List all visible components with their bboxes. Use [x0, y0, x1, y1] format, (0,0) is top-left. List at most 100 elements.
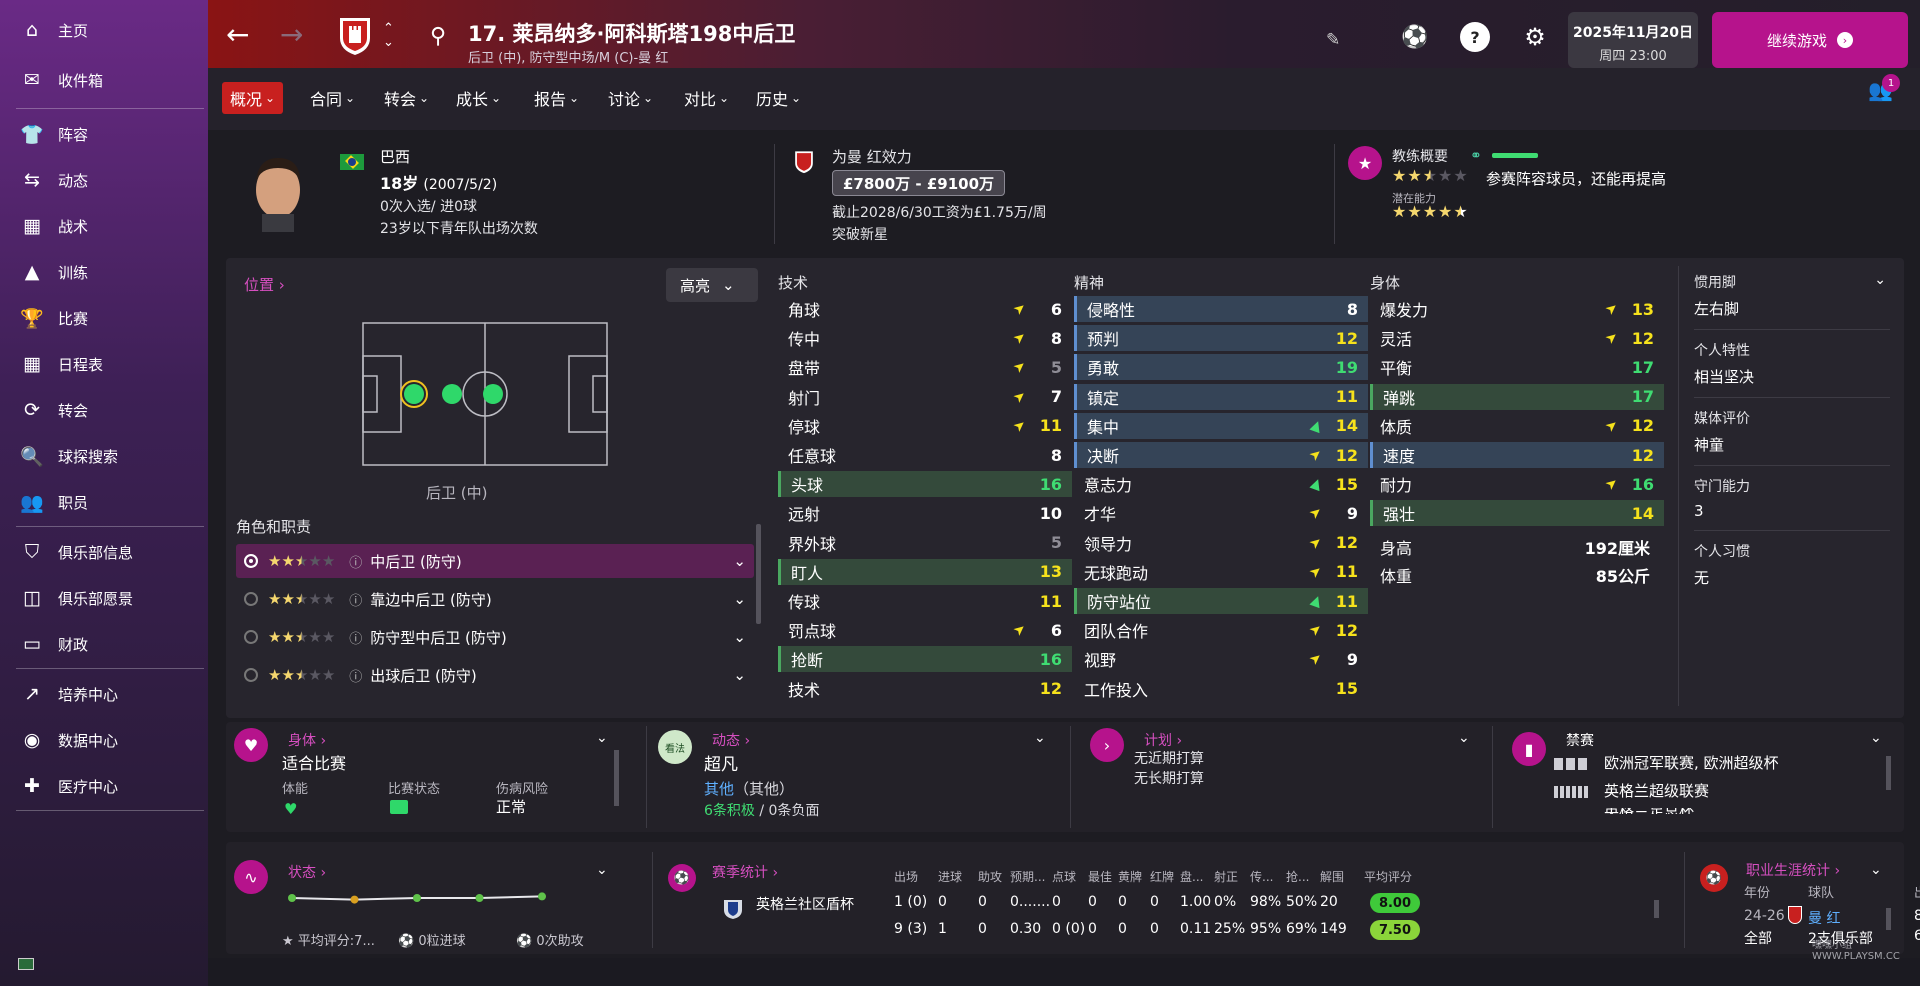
football-brain-icon[interactable]: ⚽	[1400, 22, 1430, 52]
attribute-row[interactable]: 传中 ➤ 8	[778, 325, 1072, 351]
season-stats-title[interactable]: 赛季统计 ›	[712, 862, 778, 882]
attribute-row[interactable]: 盯人 13	[778, 558, 1072, 585]
forward-arrow-icon[interactable]: →	[280, 18, 303, 51]
career-stats-title[interactable]: 职业生涯统计 ›	[1746, 860, 1840, 880]
chevron-down-icon[interactable]: ⌄	[1034, 730, 1046, 746]
role-row[interactable]: ★★★★★ ⓘ 靠边中后卫 (防守) ⌄	[236, 582, 754, 616]
attribute-row[interactable]: 爆发力 ➤ 13	[1370, 296, 1664, 322]
chevron-down-icon[interactable]: ⌄	[733, 628, 746, 646]
sidebar-item-9[interactable]: 🔍 球探搜索	[0, 434, 208, 478]
attribute-row[interactable]: 罚点球 ➤ 6	[778, 617, 1072, 643]
attribute-row[interactable]: 速度 12	[1370, 442, 1664, 468]
chevron-down-icon[interactable]: ⌄	[733, 552, 746, 570]
info-icon[interactable]: ⓘ	[349, 628, 362, 647]
sidebar-item-11[interactable]: ⛉ 俱乐部信息	[0, 530, 208, 574]
attribute-row[interactable]: 盘带 ➤ 5	[778, 354, 1072, 380]
attribute-row[interactable]: 远射 10	[778, 500, 1072, 526]
sidebar-item-14[interactable]: ↗ 培养中心	[0, 672, 208, 716]
settings-gear-icon[interactable]: ⚙	[1520, 22, 1550, 52]
attribute-row[interactable]: 耐力 ➤ 16	[1370, 471, 1664, 497]
season-header-cell[interactable]: 红牌	[1150, 868, 1174, 885]
chevron-down-icon[interactable]: ⌄	[1870, 730, 1882, 746]
physical-card-title[interactable]: 身体 ›	[288, 730, 326, 750]
search-icon[interactable]: ⚲	[430, 24, 446, 49]
attribute-row[interactable]: 传球 11	[778, 588, 1072, 614]
season-header-cell[interactable]: 平均评分	[1364, 868, 1412, 885]
role-row[interactable]: ★★★★★ ⓘ 出球后卫 (防守) ⌄	[236, 658, 754, 692]
scrollbar[interactable]	[1654, 900, 1659, 918]
attribute-row[interactable]: 预判 12	[1074, 325, 1368, 352]
season-header-cell[interactable]: 最佳	[1088, 868, 1112, 885]
attribute-row[interactable]: 无球跑动 ➤ 11	[1074, 559, 1368, 585]
season-header-cell[interactable]: 盘...	[1180, 868, 1203, 885]
attribute-row[interactable]: 团队合作 ➤ 12	[1074, 617, 1368, 643]
form-point[interactable]	[350, 895, 359, 904]
notifications-icon[interactable]: 👥 1	[1868, 74, 1900, 102]
attribute-row[interactable]: 弹跳 17	[1370, 383, 1664, 410]
sidebar-item-2[interactable]: 👕 阵容	[0, 112, 208, 156]
season-header-cell[interactable]: 点球	[1052, 868, 1076, 885]
chevron-down-icon[interactable]: ⌄	[596, 730, 608, 746]
scrollbar[interactable]	[1886, 756, 1891, 790]
season-header-cell[interactable]: 黄牌	[1118, 868, 1142, 885]
attribute-row[interactable]: 意志力 ▲ 15	[1074, 471, 1368, 497]
season-header-cell[interactable]: 出场	[894, 868, 918, 885]
coach-report-label[interactable]: 教练概要	[1392, 146, 1448, 166]
attribute-row[interactable]: 灵活 ➤ 12	[1370, 325, 1664, 351]
sidebar-item-8[interactable]: ⟳ 转会	[0, 388, 208, 432]
attribute-row[interactable]: 角球 ➤ 6	[778, 296, 1072, 322]
transfer-value-badge[interactable]: £7800万 - £9100万	[832, 170, 1006, 196]
attribute-row[interactable]: 防守站位 ▲ 11	[1074, 588, 1368, 614]
chevron-down-icon[interactable]: ⌄	[1458, 730, 1470, 746]
chevron-down-icon[interactable]: ⌄	[733, 666, 746, 684]
continue-button[interactable]: 继续游戏 ›	[1712, 12, 1908, 68]
tab-1[interactable]: 合同 ⌄	[302, 82, 363, 114]
role-row[interactable]: ★★★★★ ⓘ 防守型中后卫 (防守) ⌄	[236, 620, 754, 654]
form-point[interactable]	[413, 894, 421, 902]
club-crest-icon[interactable]	[338, 16, 372, 56]
chevron-down-icon[interactable]: ⌄	[1874, 272, 1886, 288]
scrollbar[interactable]	[1886, 908, 1891, 930]
sidebar-item-6[interactable]: 🏆 比赛	[0, 296, 208, 340]
attribute-row[interactable]: 才华 ➤ 9	[1074, 500, 1368, 526]
attribute-row[interactable]: 界外球 5	[778, 530, 1072, 556]
sidebar-item-16[interactable]: ✚ 医疗中心	[0, 764, 208, 808]
attribute-row[interactable]: 工作投入 15	[1074, 676, 1368, 702]
form-point[interactable]	[538, 892, 546, 901]
role-radio[interactable]	[244, 630, 258, 644]
sidebar-item-4[interactable]: ▦ 战术	[0, 204, 208, 248]
tab-3[interactable]: 成长 ⌄	[448, 82, 509, 114]
attribute-row[interactable]: 视野 ➤ 9	[1074, 646, 1368, 672]
sidebar-item-13[interactable]: ▭ 财政	[0, 622, 208, 666]
roles-scrollbar[interactable]	[756, 524, 761, 624]
attribute-row[interactable]: 技术 12	[778, 676, 1072, 702]
info-icon[interactable]: ⓘ	[349, 590, 362, 609]
attribute-row[interactable]: 领导力 ➤ 12	[1074, 530, 1368, 556]
help-icon[interactable]: ?	[1460, 22, 1490, 52]
sidebar-item-10[interactable]: 👥 职员	[0, 480, 208, 524]
season-header-cell[interactable]: 传...	[1250, 868, 1273, 885]
attribute-row[interactable]: 体质 ➤ 12	[1370, 413, 1664, 439]
attribute-row[interactable]: 抢断 16	[778, 646, 1072, 673]
role-radio[interactable]	[244, 554, 258, 568]
sidebar-item-1[interactable]: ✉ 收件箱	[0, 58, 208, 102]
attribute-row[interactable]: 集中 ▲ 14	[1074, 412, 1368, 439]
season-header-cell[interactable]: 抢...	[1286, 868, 1309, 885]
role-radio[interactable]	[244, 592, 258, 606]
role-radio[interactable]	[244, 668, 258, 682]
tab-6[interactable]: 对比 ⌄	[676, 82, 737, 114]
info-icon[interactable]: ⓘ	[349, 552, 362, 571]
season-competition[interactable]: 英格兰社区盾杯	[756, 894, 854, 914]
sidebar-item-5[interactable]: ▲ 训练	[0, 250, 208, 294]
date-box[interactable]: 2025年11月20日 周四 23:00	[1568, 12, 1698, 68]
sidebar-item-0[interactable]: ⌂ 主页	[0, 8, 208, 52]
highlight-dropdown[interactable]: 高亮 ⌄	[666, 268, 758, 302]
form-point[interactable]	[475, 894, 484, 902]
attribute-row[interactable]: 头球 16	[778, 471, 1072, 498]
season-header-cell[interactable]: 解围	[1320, 868, 1344, 885]
tab-2[interactable]: 转会 ⌄	[376, 82, 437, 114]
attribute-row[interactable]: 射门 ➤ 7	[778, 384, 1072, 410]
attribute-row[interactable]: 停球 ➤ 11	[778, 413, 1072, 439]
tab-0[interactable]: 概况 ⌄	[222, 82, 284, 114]
attribute-row[interactable]: 侵略性 8	[1074, 296, 1368, 322]
